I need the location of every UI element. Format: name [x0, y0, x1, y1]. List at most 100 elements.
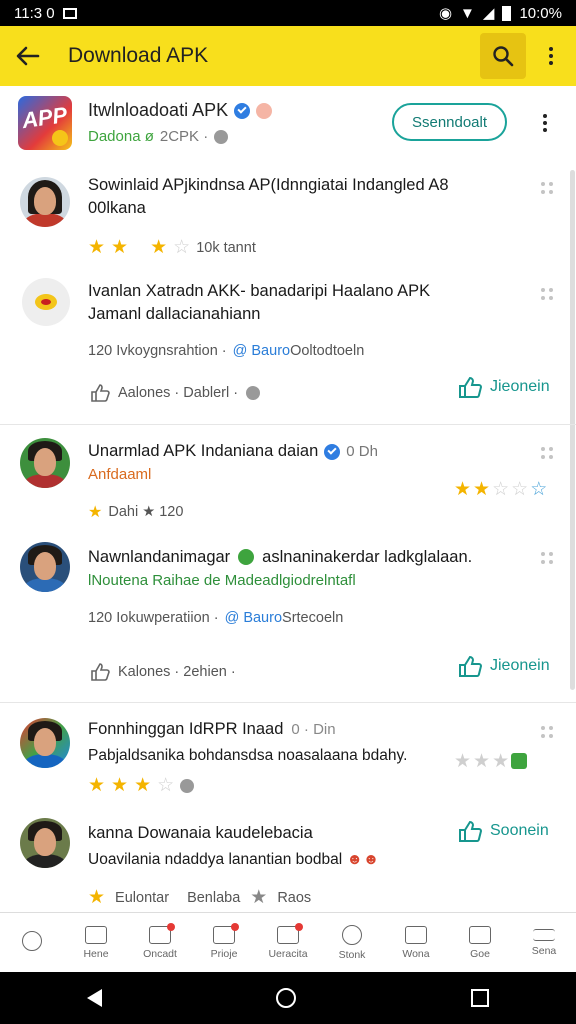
- item-meta-link[interactable]: @ Bauro: [225, 610, 282, 626]
- item-meta-left: 120 Iokuwperatiion ·: [88, 610, 219, 626]
- star-half-icon: ★: [111, 237, 129, 258]
- nav-label: Wona: [402, 947, 430, 960]
- drag-handle-icon[interactable]: [541, 726, 553, 738]
- star-icon: ★: [473, 479, 491, 500]
- item-title: Ivanlan Xatradn AKK- banadaripi Haalano …: [88, 282, 431, 323]
- nav-item-menu[interactable]: Sena: [512, 913, 576, 972]
- action-label: Kalones · 2ehien ·: [118, 664, 236, 680]
- nav-label: Prioje: [210, 947, 238, 960]
- status-time: 11:3 0: [14, 4, 55, 22]
- thumb-up-icon: [459, 820, 482, 842]
- app-name: Itwlnloadoati APK: [88, 100, 273, 121]
- menu-icon: [533, 928, 555, 941]
- grid-icon: [213, 922, 239, 944]
- info-icon: [246, 386, 261, 400]
- thumb-up-icon[interactable]: [90, 663, 110, 681]
- thumb-up-icon[interactable]: [90, 384, 110, 402]
- drag-handle-icon[interactable]: [541, 288, 553, 300]
- thumb-up-icon: [459, 376, 482, 398]
- search-button[interactable]: [480, 33, 526, 79]
- avatar: [20, 542, 70, 592]
- wifi-icon: ▼: [460, 4, 475, 22]
- nav-item-projects[interactable]: Prioje: [192, 913, 256, 972]
- item-title: Unarmlad APK Indaniana daian 0 Dh: [88, 440, 498, 463]
- star-empty-icon: ☆: [511, 479, 529, 500]
- nav-item-goe[interactable]: Goe: [448, 913, 512, 972]
- star-outline-icon: ☆: [530, 479, 548, 500]
- nav-item-book[interactable]: Wona: [384, 913, 448, 972]
- item-subtitle-text: Uoavilania ndaddya lanantian bodbal: [88, 851, 343, 868]
- info-icon: [180, 778, 195, 793]
- star-icon: ★: [88, 775, 106, 796]
- signal-icon: ◢: [482, 5, 495, 22]
- arrow-left-icon: [16, 46, 40, 66]
- footer-b: Benlaba: [187, 889, 241, 906]
- item-rating-right: ★ ★ ★: [454, 750, 528, 773]
- star-icon: ★: [150, 237, 168, 258]
- like-button[interactable]: Soonein: [458, 820, 549, 842]
- info-icon: [342, 924, 362, 945]
- divider: [0, 702, 576, 703]
- drag-handle-icon[interactable]: [541, 182, 553, 194]
- list-item[interactable]: Ivanlan Xatradn AKK- banadaripi Haalano …: [0, 272, 576, 424]
- item-title-suffix: 0 · Din: [291, 721, 336, 738]
- circle-arrow-icon: [22, 930, 42, 951]
- download-button[interactable]: Ssenndoalt: [392, 103, 507, 141]
- item-meta-right: Srtecoeln: [282, 610, 344, 626]
- like-button[interactable]: Jieonein: [458, 376, 550, 398]
- star-icon: ★: [111, 775, 129, 796]
- back-icon[interactable]: [87, 989, 103, 1007]
- drag-handle-icon[interactable]: [541, 447, 553, 459]
- alarm-icon: ◉: [438, 5, 453, 22]
- star-icon: ★: [134, 775, 152, 796]
- emoji-icon: ☻☻: [346, 851, 380, 868]
- list-item[interactable]: kanna Dowanaia kaudelebacia Uoavilania n…: [0, 812, 576, 910]
- nav-item-back[interactable]: [0, 913, 64, 972]
- item-meta-link[interactable]: @ Bauro: [233, 343, 290, 359]
- header-more-icon[interactable]: [543, 114, 547, 132]
- star-empty-icon: ★: [454, 751, 472, 772]
- app-logo: APP: [18, 96, 72, 150]
- app-size: 2CPK ·: [159, 128, 209, 145]
- item-footer: ★ Eulontar Benlaba ★ Raos: [88, 886, 311, 909]
- item-meta: 120 Iokuwperatiion · @ Bauro Srtecoeln: [88, 610, 343, 626]
- battery-icon: [502, 5, 512, 21]
- item-title-rest: aslnaninakerdar ladkglalaan.: [262, 548, 473, 566]
- app-developer: Dadona ø: [88, 128, 154, 145]
- like-button[interactable]: Jieonein: [458, 655, 550, 677]
- thumb-up-icon: [459, 655, 482, 677]
- list-item[interactable]: Fonnhinggan IdRPR Inaad 0 · Din Pabjalds…: [0, 708, 576, 808]
- app-header-card: APP Itwlnloadoati APK Dadona ø 2CPK · Ss…: [0, 88, 576, 160]
- nav-item-stock[interactable]: Stonk: [320, 913, 384, 972]
- recents-icon[interactable]: [470, 989, 489, 1007]
- star-half-icon: ★: [88, 504, 103, 521]
- info-icon: [214, 129, 229, 144]
- nav-item-chat[interactable]: Oncadt: [128, 913, 192, 972]
- book-icon: [405, 925, 427, 944]
- action-row: Kalones · 2ehien ·: [90, 663, 236, 681]
- nav-label: Goe: [470, 947, 490, 960]
- badge-icon: [511, 753, 528, 769]
- status-battery-text: 10:0%: [519, 4, 562, 22]
- star-empty-icon: ★: [473, 751, 491, 772]
- search-icon: [493, 46, 514, 67]
- item-meta: ★ Dahi ★ 120: [88, 502, 183, 522]
- item-rating: ★ ★ ★ ☆: [88, 774, 195, 797]
- item-title-text: Fonnhinggan IdRPR Inaad: [88, 720, 284, 738]
- home-icon[interactable]: [276, 988, 297, 1008]
- overflow-menu-button[interactable]: [526, 26, 576, 86]
- avatar: [20, 818, 70, 868]
- nav-label: Stonk: [338, 948, 366, 961]
- back-button[interactable]: [0, 26, 56, 86]
- nav-item-home[interactable]: Hene: [64, 913, 128, 972]
- nav-item-tags[interactable]: Ueracita: [256, 913, 320, 972]
- star-icon: ★: [454, 479, 472, 500]
- like-label: Jieonein: [490, 657, 550, 674]
- drag-handle-icon[interactable]: [541, 552, 553, 564]
- item-title-suffix: 0 Dh: [346, 443, 378, 460]
- item-title: Sowinlaid APjkindnsa AP(Idnngiatai Indan…: [88, 176, 449, 217]
- list-item[interactable]: Unarmlad APK Indaniana daian 0 Dh Anfdaa…: [0, 430, 576, 530]
- list-item[interactable]: Nawnlandanimagar aslnaninakerdar ladkgla…: [0, 536, 576, 696]
- app-subtitle: Dadona ø 2CPK ·: [88, 128, 229, 145]
- list-item[interactable]: Sowinlaid APjkindnsa AP(Idnngiatai Indan…: [0, 170, 576, 270]
